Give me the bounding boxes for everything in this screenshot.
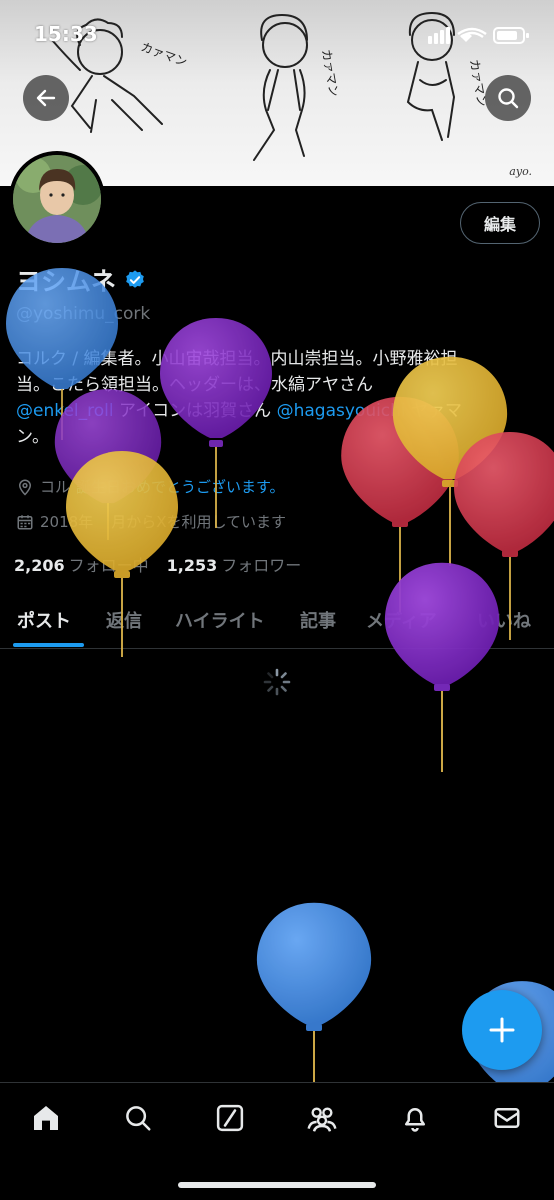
search-button[interactable]: [485, 75, 531, 121]
plus-icon: [489, 1017, 515, 1043]
nav-notifications[interactable]: [398, 1101, 432, 1135]
tab-media[interactable]: メディア: [366, 607, 437, 633]
profile-tabs: ポスト 返信 ハイライト 記事 メディア いいね: [0, 595, 554, 649]
follow-stats: 2,206 フォロー中 1,253 フォロワー: [14, 552, 301, 576]
nav-home[interactable]: [29, 1101, 63, 1135]
birthday-link[interactable]: 誕生日おめでとうございます。: [76, 476, 285, 497]
messages-icon: [494, 1108, 520, 1128]
tab-highlights[interactable]: ハイライト: [175, 607, 265, 633]
calendar-icon: [17, 514, 33, 529]
tab-replies[interactable]: 返信: [106, 607, 142, 633]
profile-handle: @yoshimu_cork: [16, 304, 151, 324]
verified-badge-icon[interactable]: [124, 269, 146, 291]
followers-link[interactable]: 1,253 フォロワー: [167, 552, 302, 576]
bio-mention-enkel-roll[interactable]: @enkel_roll: [16, 401, 114, 421]
edit-profile-button[interactable]: 編集: [460, 202, 540, 244]
compose-post-button[interactable]: [462, 990, 542, 1070]
banner-signature: ayo.: [509, 165, 532, 178]
display-name: ヨシムネ: [16, 267, 117, 296]
tab-posts[interactable]: ポスト: [17, 607, 71, 633]
profile-name-row: ヨシムネ: [16, 262, 146, 298]
notifications-icon: [405, 1108, 425, 1132]
bio-line-2: 当。こたら領担当。ヘッダーは、水縞アヤさん: [16, 375, 373, 395]
bio-line-4: ン。: [16, 427, 49, 447]
grok-icon: [216, 1104, 244, 1132]
loading-spinner-icon: [263, 668, 291, 696]
communities-icon: [307, 1107, 337, 1132]
nav-search[interactable]: [121, 1101, 155, 1135]
location-icon: [18, 479, 32, 496]
nav-communities[interactable]: [305, 1101, 339, 1135]
home-indicator: [178, 1182, 376, 1188]
profile-joined: 2018年 月からXを利用しています: [16, 511, 286, 532]
nav-grok[interactable]: [213, 1101, 247, 1135]
search-icon: [498, 88, 519, 109]
tab-articles[interactable]: 記事: [300, 607, 336, 633]
profile-location: コル 誕生日おめでとうございます。: [16, 476, 285, 497]
status-icons: [428, 27, 529, 44]
balloon-blue-2: [256, 902, 372, 1082]
back-arrow-icon: [36, 89, 56, 107]
profile-avatar[interactable]: [9, 151, 105, 247]
tab-likes[interactable]: いいね: [477, 607, 531, 633]
nav-messages[interactable]: [490, 1101, 524, 1135]
bio-mention-hagasyouichi[interactable]: @hagasyouichi: [277, 401, 406, 421]
following-link[interactable]: 2,206 フォロー中: [14, 552, 149, 576]
active-tab-indicator: [13, 643, 84, 647]
bio-line-1: コルク / 編集者。小山宙哉担当。内山崇担当。小野雅裕担: [16, 349, 458, 369]
avatar-illustration: [13, 155, 101, 243]
status-time: 15:33: [34, 22, 98, 46]
home-icon: [34, 1106, 58, 1130]
profile-bio: コルク / 編集者。小山宙哉担当。内山崇担当。小野雅裕担 当。こたら領担当。ヘッ…: [16, 346, 546, 450]
back-button[interactable]: [23, 75, 69, 121]
status-bar: 15:33: [0, 0, 554, 62]
search-icon: [126, 1106, 151, 1131]
bio-line-3: @enkel_roll アイコンは羽賀さん @hagasyouichi ヤァマ: [16, 401, 463, 421]
